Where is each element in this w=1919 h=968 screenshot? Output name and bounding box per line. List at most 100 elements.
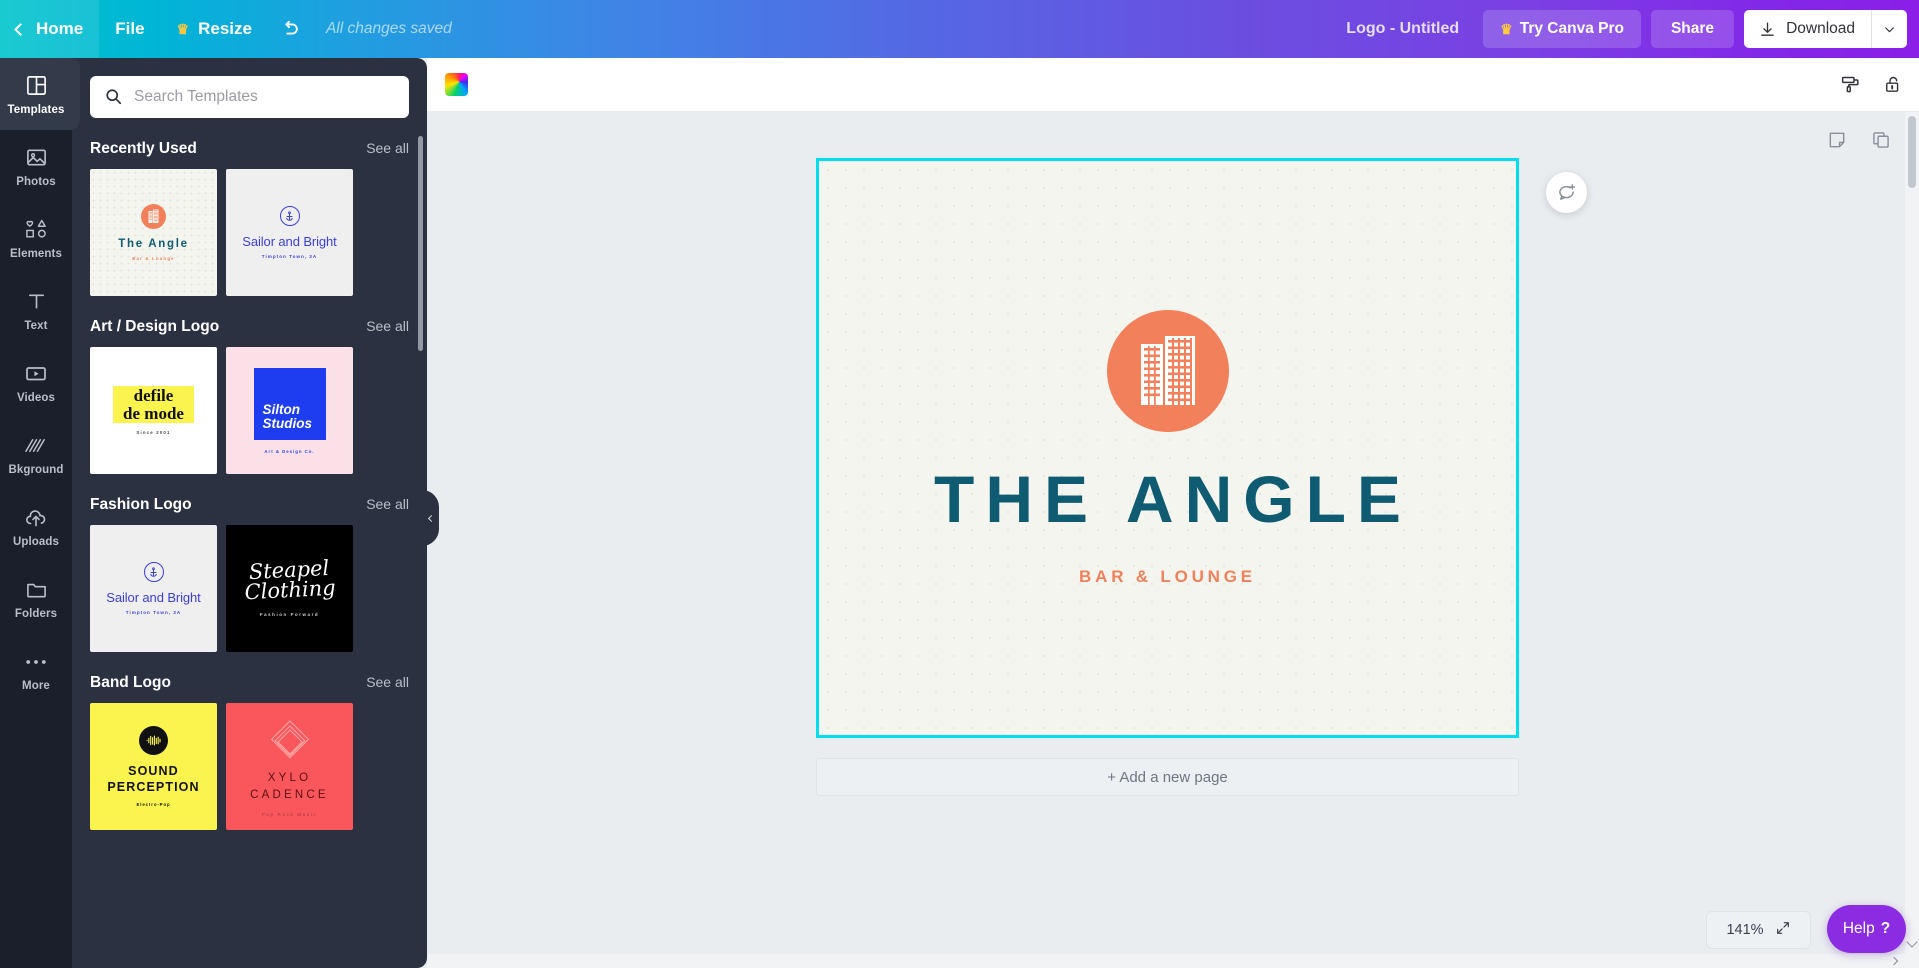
folder-icon — [25, 577, 48, 603]
download-group: Download — [1744, 10, 1907, 48]
zoom-control[interactable]: 141% — [1706, 911, 1811, 949]
template-card-sound-perception[interactable]: SOUND PERCEPTION Electro-Pop — [90, 703, 217, 830]
sidebar-item-more[interactable]: More — [0, 634, 72, 706]
sidebar-item-templates[interactable]: Templates — [0, 58, 80, 130]
logo-title-text[interactable]: THE ANGLE — [934, 466, 1412, 532]
panel-scrollbar[interactable] — [418, 136, 423, 351]
sidebar-label: Videos — [16, 391, 56, 404]
home-button[interactable]: Home — [0, 0, 100, 58]
sidebar-item-folders[interactable]: Folders — [0, 562, 72, 634]
left-rail: Templates Photos Elements Text Videos Bk… — [0, 58, 80, 968]
try-canva-pro-button[interactable]: ♛ Try Canva Pro — [1483, 10, 1641, 48]
search-templates-wrap — [90, 76, 409, 118]
template-name: Steapel Clothing — [243, 556, 337, 605]
template-tagline: Timpton Town, 3A — [125, 610, 182, 615]
section-title: Art / Design Logo — [90, 318, 220, 335]
resize-label: Resize — [198, 19, 252, 38]
template-card-xylo-cadence[interactable]: XYLO CADENCE Pop Rock Music — [226, 703, 353, 830]
sidebar-label: Templates — [7, 103, 65, 116]
template-card-silton-studios[interactable]: Silton Studios Art & Design Co. — [226, 347, 353, 474]
document-title[interactable]: Logo - Untitled — [1346, 20, 1459, 38]
ellipsis-icon — [25, 649, 47, 675]
video-play-icon — [24, 361, 48, 387]
section-header-recently-used: Recently Used See all — [90, 140, 409, 158]
chevron-down-icon[interactable] — [1906, 936, 1918, 948]
resize-button[interactable]: ♛ Resize — [161, 0, 268, 58]
section-title: Recently Used — [90, 140, 197, 157]
top-bar: Home File ♛ Resize All changes saved Log… — [0, 0, 1919, 58]
see-all-link[interactable]: See all — [366, 496, 409, 512]
hatch-pattern-icon — [24, 433, 48, 459]
add-new-page-button[interactable]: + Add a new page — [816, 758, 1519, 796]
sidebar-item-text[interactable]: Text — [0, 274, 72, 346]
chevron-right-icon[interactable] — [1889, 956, 1899, 966]
canvas-stage: THE ANGLE BAR & LOUNGE + Add a new page — [427, 112, 1919, 968]
template-name: Sailor and Bright — [106, 590, 201, 605]
template-card-sailor-and-bright[interactable]: Sailor and Bright Timpton Town, 3A — [226, 169, 353, 296]
logo-tagline-text[interactable]: BAR & LOUNGE — [1079, 567, 1256, 587]
see-all-link[interactable]: See all — [366, 674, 409, 690]
duplicate-page-icon[interactable] — [1871, 130, 1891, 150]
template-tagline: Pop Rock Music — [261, 812, 318, 818]
help-button[interactable]: Help ? — [1827, 905, 1906, 953]
sidebar-item-uploads[interactable]: Uploads — [0, 490, 72, 562]
soundwave-icon — [139, 726, 168, 756]
template-name: Sailor and Bright — [242, 234, 337, 249]
template-name: Silton Studios — [262, 402, 313, 432]
section-header-fashion-logo: Fashion Logo See all — [90, 496, 409, 514]
sidebar-item-videos[interactable]: Videos — [0, 346, 72, 418]
stage-horizontal-scrollbar[interactable] — [427, 954, 1919, 968]
sidebar-item-background[interactable]: Bkground — [0, 418, 72, 490]
scrollbar-thumb[interactable] — [1908, 116, 1916, 188]
text-t-icon — [25, 289, 48, 315]
section-header-art-design-logo: Art / Design Logo See all — [90, 318, 409, 336]
question-mark-icon: ? — [1880, 920, 1891, 937]
anchor-icon — [279, 206, 300, 226]
share-button[interactable]: Share — [1650, 10, 1735, 48]
stage-vertical-scrollbar[interactable] — [1905, 112, 1919, 968]
diamond-outline-icon — [270, 719, 309, 759]
search-input[interactable] — [90, 76, 409, 118]
design-toolbar-right — [1840, 74, 1903, 95]
download-label: Download — [1786, 20, 1855, 37]
sidebar-item-photos[interactable]: Photos — [0, 130, 72, 202]
section-title: Fashion Logo — [90, 496, 192, 513]
template-name: defile de mode — [113, 386, 194, 423]
template-card-steapel-clothing[interactable]: Steapel Clothing Fashion Forward — [226, 525, 353, 652]
sidebar-item-elements[interactable]: Elements — [0, 202, 72, 274]
add-comment-icon[interactable] — [1546, 172, 1587, 213]
download-options-button[interactable] — [1871, 10, 1907, 48]
paint-roller-icon[interactable] — [1840, 74, 1861, 95]
download-button[interactable]: Download — [1744, 10, 1871, 48]
photo-icon — [25, 145, 48, 171]
zoom-level-label: 141% — [1726, 922, 1764, 938]
see-all-link[interactable]: See all — [366, 140, 409, 156]
see-all-link[interactable]: See all — [366, 318, 409, 334]
template-tagline: Art & Design Co. — [264, 448, 315, 454]
template-tagline: Bar & Lounge — [132, 256, 175, 261]
unlock-icon[interactable] — [1883, 74, 1903, 95]
try-pro-label: Try Canva Pro — [1519, 20, 1624, 37]
file-menu-button[interactable]: File — [99, 0, 160, 58]
sidebar-label: Elements — [10, 247, 62, 260]
rainbow-color-swatch-icon[interactable] — [445, 73, 468, 96]
design-canvas[interactable]: THE ANGLE BAR & LOUNGE — [816, 158, 1519, 738]
expand-diagonal-icon[interactable] — [1775, 920, 1791, 941]
notes-page-icon[interactable] — [1827, 130, 1847, 150]
template-name: SOUND PERCEPTION — [107, 764, 200, 794]
template-row: Sailor and Bright Timpton Town, 3A Steap… — [90, 525, 409, 652]
template-row: SOUND PERCEPTION Electro-Pop XYLO CADENCE … — [90, 703, 409, 830]
add-new-page-label: + Add a new page — [1107, 768, 1228, 786]
collapse-panel-button[interactable] — [422, 490, 439, 546]
undo-button[interactable] — [268, 0, 312, 58]
template-tagline: Electro-Pop — [136, 801, 171, 807]
template-card-the-angle[interactable]: The Angle Bar & Lounge — [90, 169, 217, 296]
chevron-left-icon — [427, 514, 436, 522]
template-card-sailor-and-bright-fashion[interactable]: Sailor and Bright Timpton Town, 3A — [90, 525, 217, 652]
save-status-text: All changes saved — [325, 20, 452, 37]
building-skyscraper-icon[interactable] — [1106, 309, 1229, 432]
templates-grid-icon — [25, 73, 48, 99]
sidebar-label: Uploads — [12, 535, 60, 548]
template-card-defile-de-mode[interactable]: defile de mode Since 2001 — [90, 347, 217, 474]
template-name: The Angle — [118, 238, 189, 250]
